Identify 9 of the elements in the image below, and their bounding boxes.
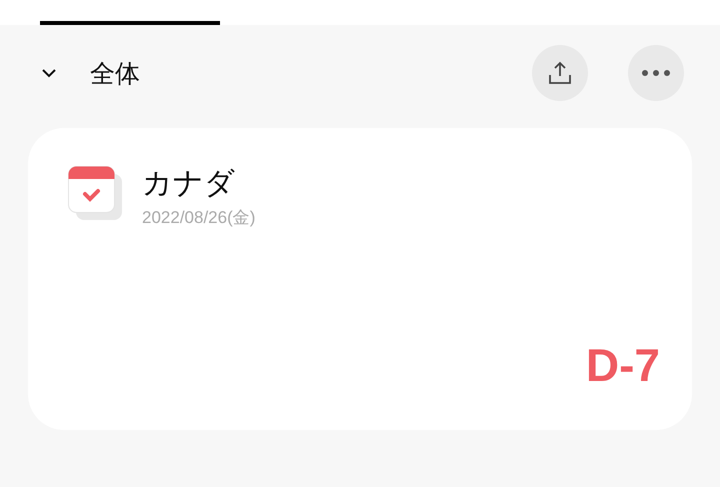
share-icon [548,60,572,86]
event-date: 2022/08/26(金) [142,207,256,229]
chevron-icon [41,68,57,78]
more-icon [641,69,671,77]
countdown-label: D-7 [586,338,660,392]
calendar-icon [68,166,122,220]
section-title: 全体 [90,58,141,90]
event-card[interactable]: カナダ 2022/08/26(金) D-7 [28,128,692,430]
event-title: カナダ [142,166,236,202]
